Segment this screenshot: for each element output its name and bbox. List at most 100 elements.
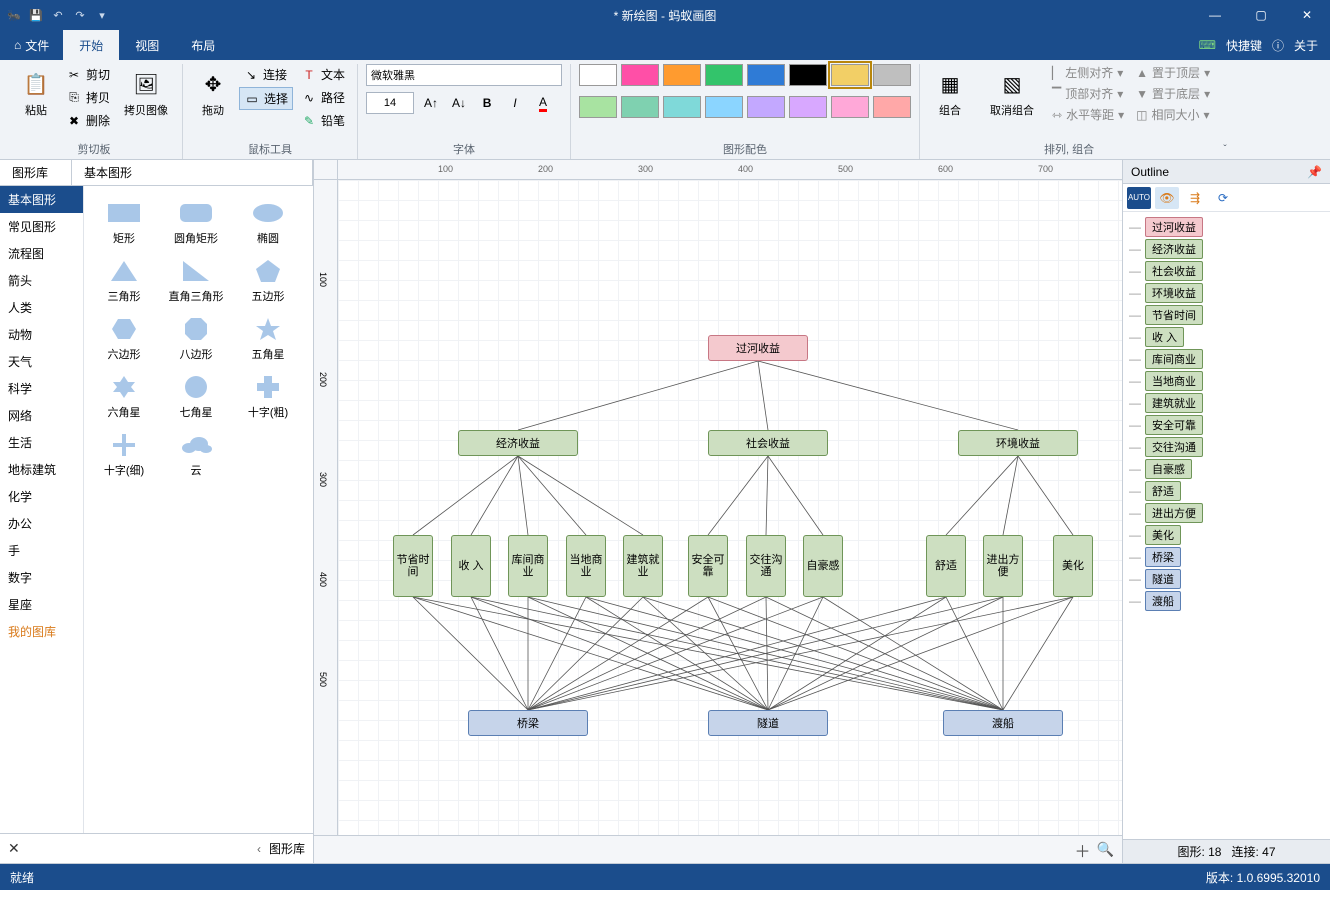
tab-layout[interactable]: 布局 <box>175 30 231 60</box>
shape-item[interactable]: 六边形 <box>88 310 160 368</box>
outline-item[interactable]: —进出方便 <box>1129 502 1324 524</box>
shape-item[interactable]: 六角星 <box>88 368 160 426</box>
category-item[interactable]: 基本图形 <box>0 186 83 213</box>
font-size-combo[interactable] <box>366 92 414 114</box>
share-icon[interactable]: ⇶ <box>1183 187 1207 209</box>
color-swatch[interactable] <box>621 64 659 86</box>
category-item[interactable]: 网络 <box>0 402 83 429</box>
path-tool[interactable]: ∿路径 <box>297 87 349 108</box>
outline-item[interactable]: —建筑就业 <box>1129 392 1324 414</box>
outline-item[interactable]: —社会收益 <box>1129 260 1324 282</box>
italic-button[interactable]: I <box>504 92 526 114</box>
font-family-combo[interactable] <box>366 64 562 86</box>
font-color-button[interactable]: A <box>532 92 554 114</box>
diagram-node[interactable]: 渡船 <box>943 710 1063 736</box>
color-swatch[interactable] <box>831 96 869 118</box>
category-item[interactable]: 常见图形 <box>0 213 83 240</box>
ribbon-collapse[interactable]: ˇ <box>1218 64 1232 159</box>
shape-item[interactable]: 五角星 <box>232 310 304 368</box>
bring-front[interactable]: ▲置于顶层▾ <box>1136 64 1210 81</box>
canvas[interactable]: 过河收益经济收益社会收益环境收益节省时间收 入库间商业当地商业建筑就业安全可靠交… <box>338 180 1122 835</box>
shape-item[interactable]: 七角星 <box>160 368 232 426</box>
group-button[interactable]: ▦组合 <box>928 64 972 123</box>
shortcut-label[interactable]: 快捷键 <box>1226 37 1262 54</box>
color-swatch[interactable] <box>747 64 785 86</box>
color-swatch[interactable] <box>663 64 701 86</box>
close-panel-icon[interactable]: ✕ <box>8 840 20 857</box>
diagram-node[interactable]: 建筑就业 <box>623 535 663 597</box>
diagram-node[interactable]: 桥梁 <box>468 710 588 736</box>
qat-dropdown-icon[interactable]: ▾ <box>94 7 110 23</box>
outline-item[interactable]: —经济收益 <box>1129 238 1324 260</box>
shape-item[interactable]: 圆角矩形 <box>160 194 232 252</box>
color-swatch[interactable] <box>789 96 827 118</box>
text-tool[interactable]: T文本 <box>297 64 349 85</box>
auto-icon[interactable]: AUTO <box>1127 187 1151 209</box>
diagram-node[interactable]: 舒适 <box>926 535 966 597</box>
outline-item[interactable]: —过河收益 <box>1129 216 1324 238</box>
outline-item[interactable]: —桥梁 <box>1129 546 1324 568</box>
pin-icon[interactable]: 📌 <box>1307 165 1322 179</box>
outline-item[interactable]: —节省时间 <box>1129 304 1324 326</box>
paste-button[interactable]: 📋 粘贴 <box>14 64 58 122</box>
align-left[interactable]: ▏左侧对齐▾ <box>1052 64 1124 81</box>
delete-button[interactable]: ✖删除 <box>62 110 114 131</box>
connect-tool[interactable]: ↘连接 <box>239 64 293 85</box>
category-item[interactable]: 天气 <box>0 348 83 375</box>
diagram-node[interactable]: 自豪感 <box>803 535 843 597</box>
diagram-node[interactable]: 收 入 <box>451 535 491 597</box>
shape-item[interactable]: 椭圆 <box>232 194 304 252</box>
cut-button[interactable]: ✂剪切 <box>62 64 114 85</box>
refresh-icon[interactable]: ⟳ <box>1211 187 1235 209</box>
color-swatch[interactable] <box>873 64 911 86</box>
diagram-node[interactable]: 隧道 <box>708 710 828 736</box>
category-item[interactable]: 动物 <box>0 321 83 348</box>
ungroup-button[interactable]: ▧取消组合 <box>984 64 1040 123</box>
outline-item[interactable]: —安全可靠 <box>1129 414 1324 436</box>
lp-tab-basic[interactable]: 基本图形 <box>72 160 313 185</box>
lp-tab-library[interactable]: 图形库 <box>0 160 72 185</box>
diagram-node[interactable]: 安全可靠 <box>688 535 728 597</box>
color-swatch[interactable] <box>705 96 743 118</box>
close-button[interactable]: ✕ <box>1284 0 1330 30</box>
category-item[interactable]: 箭头 <box>0 267 83 294</box>
diagram-node[interactable]: 经济收益 <box>458 430 578 456</box>
color-swatch[interactable] <box>579 64 617 86</box>
color-swatch[interactable] <box>831 64 869 86</box>
maximize-button[interactable]: ▢ <box>1238 0 1284 30</box>
shape-item[interactable]: 十字(细) <box>88 426 160 484</box>
outline-item[interactable]: —交往沟通 <box>1129 436 1324 458</box>
drag-tool[interactable]: ✥拖动 <box>191 64 235 122</box>
shape-item[interactable]: 直角三角形 <box>160 252 232 310</box>
copy-image-button[interactable]: 🖼 拷贝图像 <box>118 64 174 122</box>
diagram-node[interactable]: 过河收益 <box>708 335 808 361</box>
zoom-icon[interactable]: 🔍 <box>1097 841 1114 858</box>
shape-item[interactable]: 五边形 <box>232 252 304 310</box>
shape-item[interactable]: 云 <box>160 426 232 484</box>
eye-icon[interactable]: 👁 <box>1155 187 1179 209</box>
undo-icon[interactable]: ↶ <box>50 7 66 23</box>
diagram-node[interactable]: 进出方便 <box>983 535 1023 597</box>
category-item[interactable]: 生活 <box>0 429 83 456</box>
color-swatch[interactable] <box>789 64 827 86</box>
tab-home[interactable]: 开始 <box>63 30 119 60</box>
about-label[interactable]: 关于 <box>1294 37 1318 54</box>
shape-item[interactable]: 八边形 <box>160 310 232 368</box>
category-item[interactable]: 地标建筑 <box>0 456 83 483</box>
same-size[interactable]: ◫相同大小▾ <box>1136 106 1210 123</box>
back-icon[interactable]: ‹ <box>257 842 261 856</box>
diagram-node[interactable]: 社会收益 <box>708 430 828 456</box>
diagram-node[interactable]: 交往沟通 <box>746 535 786 597</box>
outline-item[interactable]: —当地商业 <box>1129 370 1324 392</box>
outline-item[interactable]: —收 入 <box>1129 326 1324 348</box>
diagram-node[interactable]: 当地商业 <box>566 535 606 597</box>
category-item[interactable]: 办公 <box>0 510 83 537</box>
shrink-font-button[interactable]: A↓ <box>448 92 470 114</box>
category-item[interactable]: 数字 <box>0 564 83 591</box>
color-swatch[interactable] <box>873 96 911 118</box>
outline-item[interactable]: —环境收益 <box>1129 282 1324 304</box>
outline-item[interactable]: —隧道 <box>1129 568 1324 590</box>
outline-item[interactable]: —美化 <box>1129 524 1324 546</box>
color-swatch[interactable] <box>663 96 701 118</box>
save-icon[interactable]: 💾 <box>28 7 44 23</box>
